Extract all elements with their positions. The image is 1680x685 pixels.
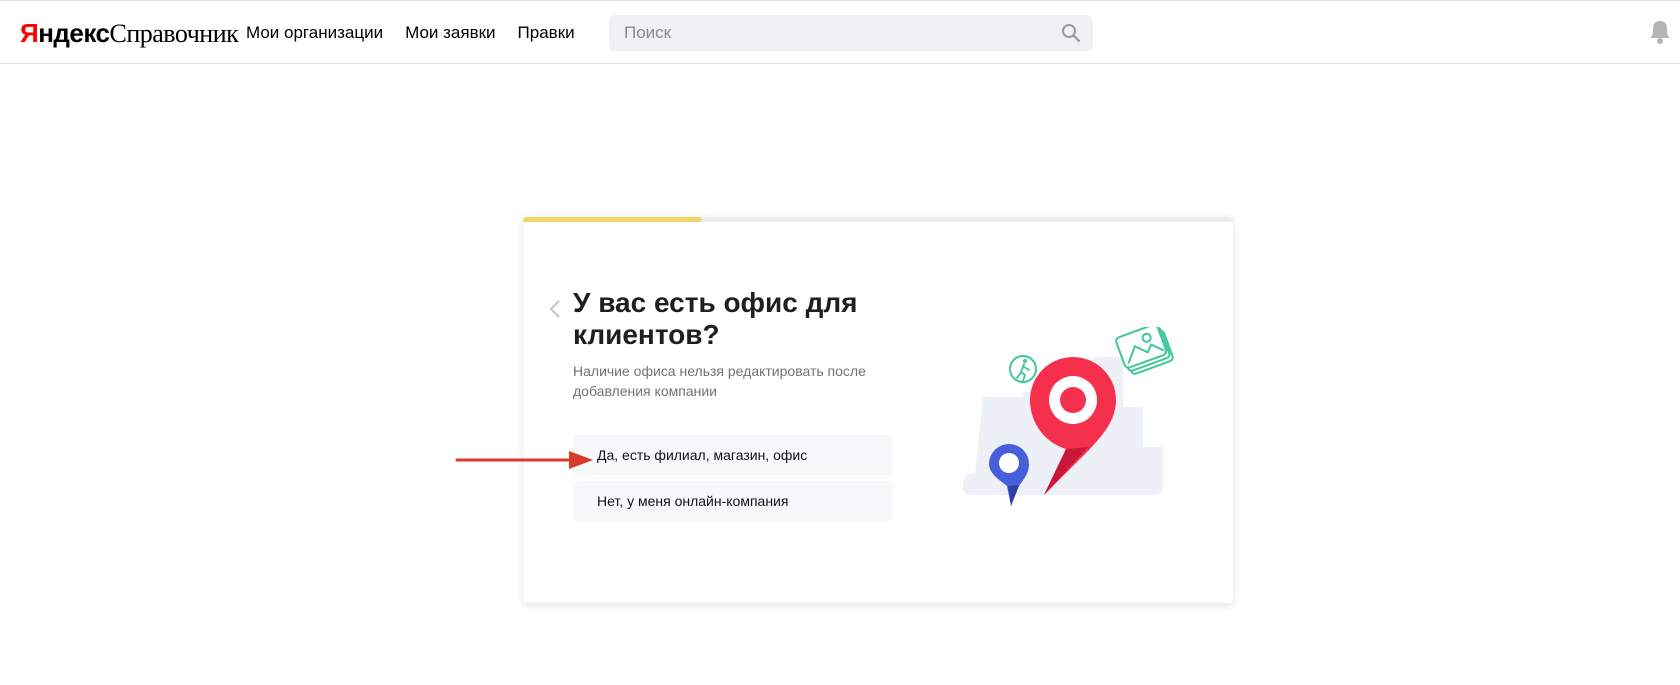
blue-map-pin-icon (989, 444, 1029, 506)
yandex-spravochnik-logo[interactable]: Яндекс Справочник (20, 18, 239, 49)
nav-my-requests[interactable]: Мои заявки (405, 23, 495, 43)
nav-edits[interactable]: Правки (518, 23, 575, 43)
question-subtitle: Наличие офиса нельзя редактировать после… (573, 363, 866, 399)
top-header: Яндекс Справочник Мои организации Мои зая… (0, 0, 1680, 64)
map-pins-illustration (963, 327, 1174, 506)
question-card: У вас есть офис для клиентов? Наличие оф… (523, 217, 1233, 603)
back-chevron-icon[interactable] (547, 297, 563, 321)
progress-fill (523, 217, 701, 222)
pedestrian-icon (1009, 355, 1037, 383)
option-no-online[interactable]: Нет, у меня онлайн-компания (573, 481, 893, 521)
question-title: У вас есть офис для клиентов? (573, 287, 858, 350)
progress-bar (523, 217, 1233, 222)
search-icon[interactable] (1061, 23, 1081, 43)
nav-my-organizations[interactable]: Мои организации (246, 23, 383, 43)
red-arrow-annotation (455, 451, 593, 469)
photos-icon (1115, 327, 1174, 375)
main-nav: Мои организации Мои заявки Правки (246, 23, 575, 43)
search-input[interactable] (609, 15, 1049, 51)
option-yes-office[interactable]: Да, есть филиал, магазин, офис (573, 435, 893, 475)
search-box (609, 15, 1093, 51)
bell-icon[interactable] (1648, 19, 1672, 45)
